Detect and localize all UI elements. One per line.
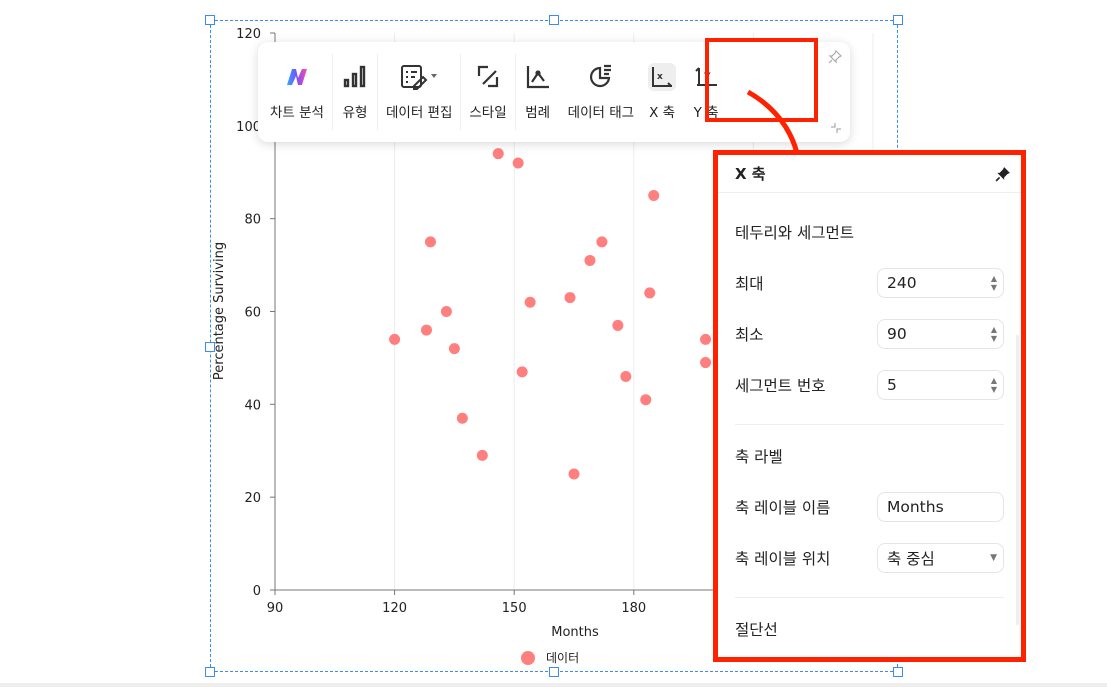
segment-value: 5 <box>887 375 897 394</box>
resize-handle[interactable] <box>205 667 215 677</box>
bar-chart-icon <box>343 65 366 88</box>
toolbar-label: 범례 <box>525 105 551 121</box>
svg-text:x: x <box>657 72 663 82</box>
resize-handle[interactable] <box>893 15 903 25</box>
axis-label-name-value: Months <box>887 497 944 516</box>
data-tag-button[interactable]: 데이터 태그 <box>560 52 642 132</box>
section-heading: 절단선 <box>735 621 778 639</box>
x-axis-icon: x <box>648 63 677 91</box>
style-brush-icon <box>477 65 499 88</box>
axis-label-position-label: 축 레이블 위치 <box>735 549 831 568</box>
edit-data-button[interactable]: 데이터 편집 <box>378 52 460 132</box>
legend-button[interactable]: 범례 <box>516 52 560 132</box>
chevron-down-icon: ▼ <box>990 552 997 563</box>
stepper-icon[interactable]: ▲ ▼ <box>991 376 997 394</box>
max-value: 240 <box>887 273 917 292</box>
max-input[interactable]: 240 ▲ ▼ <box>877 267 1004 298</box>
chart-type-button[interactable]: 유형 <box>333 52 377 132</box>
pie-tag-icon <box>589 64 611 88</box>
max-label: 최대 <box>735 274 764 293</box>
collapse-icon[interactable] <box>830 122 842 134</box>
resize-handle[interactable] <box>205 15 215 25</box>
x-axis-panel: X 축 테두리와 세그먼트 최대 240 ▲ ▼ 최소 90 ▲ ▼ 세그먼트 번호 5 ▲ ▼ … <box>713 150 1026 662</box>
resize-handle[interactable] <box>549 667 559 677</box>
toolbar-label: 차트 분석 <box>270 105 324 121</box>
min-value: 90 <box>887 324 907 343</box>
highlight-box <box>705 38 818 122</box>
min-label: 최소 <box>735 325 764 344</box>
stepper-icon[interactable]: ▲ ▼ <box>991 325 997 343</box>
section-heading: 축 라벨 <box>735 448 783 466</box>
scrollbar[interactable] <box>1016 335 1019 625</box>
pin-icon[interactable] <box>995 166 1011 182</box>
toolbar-label: 데이터 편집 <box>385 105 453 121</box>
min-input[interactable]: 90 ▲ ▼ <box>877 318 1004 349</box>
segment-input[interactable]: 5 ▲ ▼ <box>877 369 1004 400</box>
ai-logo-icon <box>286 69 307 85</box>
resize-handle[interactable] <box>549 15 559 25</box>
toolbar-label: 유형 <box>342 105 368 121</box>
x-axis-button[interactable]: x X 축 <box>642 52 682 132</box>
axis-label-position-value: 축 중심 <box>887 549 935 568</box>
toolbar-label: X 축 <box>649 105 676 121</box>
legend-icon <box>526 66 549 89</box>
edit-data-icon <box>401 65 438 90</box>
segment-label: 세그먼트 번호 <box>735 376 826 395</box>
axis-label-name-input[interactable]: Months <box>877 491 1004 522</box>
resize-handle[interactable] <box>205 342 215 352</box>
section-heading: 테두리와 세그먼트 <box>735 224 855 242</box>
stepper-icon[interactable]: ▲ ▼ <box>991 274 997 292</box>
axis-label-name-label: 축 레이블 이름 <box>735 498 831 517</box>
chart-analysis-button[interactable]: 차트 분석 <box>262 52 332 132</box>
toolbar-label: 데이터 태그 <box>567 105 635 121</box>
pin-icon[interactable] <box>828 50 842 64</box>
toolbar-label: 스타일 <box>469 105 507 121</box>
axis-label-position-select[interactable]: 축 중심 ▼ <box>877 542 1004 573</box>
panel-title: X 축 <box>735 165 766 183</box>
resize-handle[interactable] <box>893 667 903 677</box>
style-button[interactable]: 스타일 <box>461 52 514 132</box>
